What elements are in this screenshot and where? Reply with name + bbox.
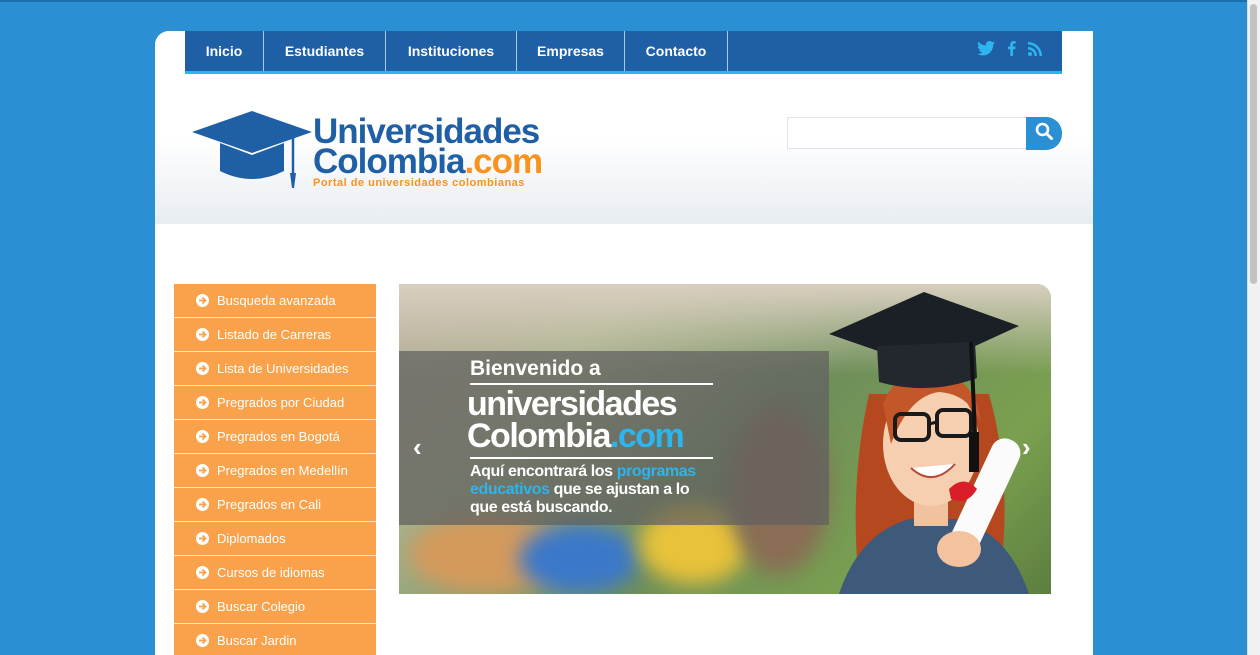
arrow-right-circle-icon: [196, 294, 209, 307]
logo-title-line2[interactable]: Colombia.com: [313, 142, 543, 181]
nav-item-instituciones[interactable]: Instituciones: [386, 31, 517, 71]
sidebar-item[interactable]: Buscar Colegio: [174, 590, 376, 624]
nav-item-inicio[interactable]: Inicio: [185, 31, 264, 71]
main-nav: Inicio Estudiantes Instituciones Empresa…: [185, 31, 1062, 74]
slider-blur-shape: [519, 524, 639, 594]
slider-prev-arrow-icon[interactable]: ‹: [413, 432, 422, 463]
sidebar-item-label: Pregrados en Cali: [217, 497, 322, 512]
arrow-right-circle-icon: [196, 430, 209, 443]
overlay-description: Aquí encontrará los programas educativos…: [470, 463, 720, 517]
sidebar-menu: Busqueda avanzada Listado de Carreras List…: [174, 284, 376, 655]
rss-icon[interactable]: [1028, 41, 1042, 61]
logo-domain: .com: [464, 142, 543, 181]
arrow-right-circle-icon: [196, 328, 209, 341]
facebook-icon[interactable]: [1007, 40, 1016, 61]
hero-slider[interactable]: Bienvenido a universidades Colombia.com …: [399, 284, 1051, 594]
graduate-photo: [799, 284, 1051, 594]
sidebar-item-label: Pregrados por Ciudad: [217, 395, 345, 410]
sidebar-item[interactable]: Pregrados en Bogotá: [174, 420, 376, 454]
welcome-overlay: Bienvenido a universidades Colombia.com …: [399, 351, 829, 525]
search-icon: [1035, 122, 1053, 145]
arrow-right-circle-icon: [196, 600, 209, 613]
nav-item-estudiantes[interactable]: Estudiantes: [264, 31, 386, 71]
slider-next-arrow-icon[interactable]: ›: [1022, 432, 1031, 463]
sidebar-item[interactable]: Lista de Universidades: [174, 352, 376, 386]
overlay-brand-main: Colombia: [467, 417, 611, 455]
welcome-text: Bienvenido a: [470, 357, 601, 380]
nav-item-contacto[interactable]: Contacto: [625, 31, 728, 71]
sidebar-item-label: Buscar Colegio: [217, 599, 306, 614]
sidebar-item[interactable]: Cursos de idiomas: [174, 556, 376, 590]
nav-item-empresas[interactable]: Empresas: [517, 31, 625, 71]
twitter-icon[interactable]: [977, 41, 995, 61]
sidebar-item[interactable]: Pregrados en Medellín: [174, 454, 376, 488]
sidebar-item-label: Diplomados: [217, 531, 286, 546]
overlay-divider: [470, 457, 713, 459]
sidebar-item[interactable]: Diplomados: [174, 522, 376, 556]
social-links: [965, 31, 1042, 71]
sidebar-item-label: Busqueda avanzada: [217, 293, 336, 308]
arrow-right-circle-icon: [196, 498, 209, 511]
search-button[interactable]: [1026, 117, 1062, 150]
sidebar-item[interactable]: Busqueda avanzada: [174, 284, 376, 318]
sidebar-item[interactable]: Buscar Jardin: [174, 624, 376, 655]
logo-main: Colombia: [313, 142, 465, 181]
logo-tagline: Portal de universidades colombianas: [313, 177, 525, 189]
page-scrollbar[interactable]: [1247, 0, 1260, 655]
arrow-right-circle-icon: [196, 532, 209, 545]
sidebar-item-label: Cursos de idiomas: [217, 565, 325, 580]
search-input[interactable]: [787, 117, 1033, 149]
desc-part1: Aquí encontrará los: [470, 463, 617, 480]
arrow-right-circle-icon: [196, 464, 209, 477]
sidebar-item[interactable]: Listado de Carreras: [174, 318, 376, 352]
sidebar-item[interactable]: Pregrados por Ciudad: [174, 386, 376, 420]
overlay-brand-line1: universidades: [467, 385, 678, 423]
arrow-right-circle-icon: [196, 566, 209, 579]
sidebar-item-label: Lista de Universidades: [217, 361, 349, 376]
arrow-right-circle-icon: [196, 362, 209, 375]
arrow-right-circle-icon: [196, 396, 209, 409]
sidebar-item-label: Pregrados en Bogotá: [217, 429, 340, 444]
overlay-brand-domain: .com: [609, 417, 685, 455]
graduation-cap-logo-icon[interactable]: [192, 111, 312, 196]
sidebar-item-label: Listado de Carreras: [217, 327, 332, 342]
scrollbar-thumb[interactable]: [1250, 4, 1257, 284]
overlay-brand-line2: Colombia.com: [467, 417, 685, 455]
page-container: Inicio Estudiantes Instituciones Empresa…: [155, 31, 1093, 655]
sidebar-item-label: Buscar Jardin: [217, 633, 297, 648]
sidebar-item[interactable]: Pregrados en Cali: [174, 488, 376, 522]
sidebar-item-label: Pregrados en Medellín: [217, 463, 348, 478]
arrow-right-circle-icon: [196, 634, 209, 647]
browser-top-edge: [0, 0, 1260, 2]
